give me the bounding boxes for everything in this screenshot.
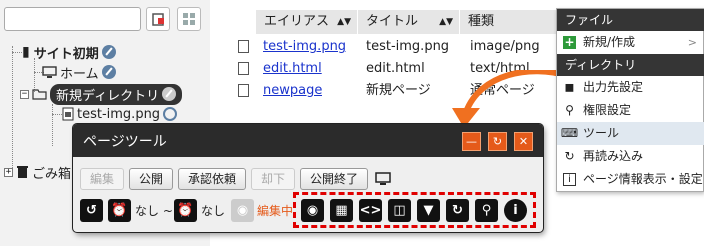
sync-icon[interactable]: ↻ — [446, 199, 469, 222]
tree-label: ホーム — [60, 66, 99, 82]
tree-item-file[interactable]: test-img.png — [62, 104, 178, 124]
menu-label: ページ情報表示・設定 — [583, 172, 703, 186]
page-file-icon — [238, 84, 249, 97]
tree-label: 新規ディレクトリ — [56, 88, 160, 104]
menu-heading-file: ファイル — [557, 9, 704, 31]
publish-button[interactable]: 公開 — [129, 168, 173, 190]
expand-icon[interactable]: + — [4, 167, 13, 177]
monitor-icon[interactable] — [375, 172, 391, 186]
refresh-button[interactable]: ↻ — [488, 132, 507, 151]
folder-icon — [32, 89, 47, 100]
globe-icon[interactable] — [163, 107, 178, 121]
approval-request-button[interactable]: 承認依頼 — [178, 168, 246, 190]
collapse-icon[interactable]: − — [20, 89, 29, 99]
alarm-clock-icon[interactable]: ⏰ — [174, 199, 197, 222]
close-button[interactable]: ✕ — [514, 132, 533, 151]
clipboard-icon — [152, 13, 164, 26]
image-file-icon — [238, 40, 249, 53]
image-file-icon — [62, 107, 74, 121]
tree-item-new-dir[interactable]: − 新規ディレクトリ — [20, 83, 183, 105]
reject-button[interactable]: 却下 — [251, 168, 295, 190]
pencil-icon[interactable] — [101, 65, 116, 79]
table-row[interactable]: test-img.png test-img.png image/png — [228, 36, 568, 58]
info-icon[interactable]: i — [504, 199, 527, 222]
header-label: タイトル — [366, 14, 419, 29]
close-icon: ✕ — [518, 135, 529, 148]
alarm-clock-icon[interactable]: ⏰ — [108, 199, 131, 222]
tree-item-trash[interactable]: + ごみ箱 — [4, 162, 71, 182]
filter-icon[interactable]: ▼ — [417, 199, 440, 222]
preview-eye-icon[interactable]: ◉ — [301, 199, 324, 222]
pencil-icon[interactable] — [101, 45, 116, 59]
column-header-type[interactable]: 種類 — [460, 10, 568, 34]
menu-label: 新規/作成 — [583, 35, 636, 49]
context-menu: ファイル + 新規/作成 > ディレクトリ ◼ 出力先設定 ⚲ 権限設定 ⌨ ツ… — [556, 8, 704, 192]
menu-label: ツール — [583, 126, 620, 140]
menu-item-permissions[interactable]: ⚲ 権限設定 — [557, 99, 704, 122]
info-icon: i — [563, 173, 576, 186]
key-icon[interactable]: ⚲ — [475, 199, 498, 222]
keyboard-icon: ⌨ — [560, 126, 579, 140]
edit-button[interactable]: 編集 — [80, 168, 124, 190]
menu-item-reload[interactable]: ↻ 再読み込み — [557, 145, 704, 168]
page-tool-dialog: ページツール — ↻ ✕ 編集 公開 承認依頼 却下 公開終了 ↺ ⏰ なし ~… — [73, 124, 543, 232]
column-header-title[interactable]: タイトル ▲▼ — [358, 10, 460, 34]
cell-title: edit.html — [366, 61, 425, 76]
cell-type: image/png — [470, 39, 540, 54]
tree-label: ごみ箱 — [32, 166, 72, 182]
tree-label: test-img.png — [77, 106, 161, 122]
menu-item-page-info[interactable]: i ページ情報表示・設定 — [557, 168, 704, 191]
globe-icon[interactable]: ◉ — [231, 199, 254, 222]
responsive-preview-icon[interactable]: ◫ — [388, 199, 411, 222]
cell-title: test-img.png — [366, 39, 450, 54]
output-icon: ◼ — [564, 80, 575, 94]
status-text: 編集中 — [257, 204, 294, 218]
grid-view-button[interactable] — [177, 7, 201, 31]
cell-title: 新規ページ — [366, 83, 431, 98]
menu-label: 権限設定 — [583, 103, 632, 117]
plus-icon: + — [563, 35, 576, 49]
column-header-alias[interactable]: エイリアス ▲▼ — [256, 10, 358, 34]
tree-item-home[interactable]: ホーム — [42, 62, 116, 82]
trash-icon — [17, 166, 28, 178]
menu-heading-directory: ディレクトリ — [557, 54, 704, 76]
minimize-button[interactable]: — — [462, 132, 481, 151]
qr-code-icon[interactable]: ▦ — [330, 199, 353, 222]
publish-end-text: なし — [201, 204, 226, 218]
reload-icon: ↻ — [564, 149, 575, 163]
menu-item-new[interactable]: + 新規/作成 > — [557, 31, 704, 54]
unpublish-button[interactable]: 公開終了 — [300, 168, 368, 190]
menu-label: 出力先設定 — [583, 80, 644, 94]
submenu-arrow-icon: > — [687, 36, 697, 49]
site-icon: ▮ — [22, 44, 30, 60]
menu-label: 再読み込み — [583, 149, 644, 163]
file-link[interactable]: edit.html — [263, 58, 322, 80]
publish-start-text: なし ~ — [135, 204, 173, 218]
selected-tree-label: 新規ディレクトリ — [50, 83, 183, 105]
menu-item-tools[interactable]: ⌨ ツール — [557, 122, 704, 145]
key-icon: ⚲ — [565, 103, 574, 117]
search-input[interactable] — [4, 7, 141, 31]
file-link[interactable]: test-img.png — [263, 36, 346, 58]
minimize-icon: — — [466, 135, 477, 148]
header-label: エイリアス — [264, 14, 330, 29]
pencil-icon[interactable] — [162, 87, 177, 101]
file-link[interactable]: newpage — [263, 80, 322, 102]
menu-item-output[interactable]: ◼ 出力先設定 — [557, 76, 704, 99]
grid-icon — [183, 13, 195, 25]
paste-button[interactable] — [146, 7, 170, 31]
tree-item-site[interactable]: ▮ サイト初期 — [22, 42, 116, 62]
monitor-icon — [42, 65, 57, 78]
refresh-icon: ↻ — [492, 135, 503, 148]
html-file-icon — [238, 62, 249, 75]
tree-label: サイト初期 — [33, 46, 99, 62]
source-code-icon[interactable]: <> — [359, 199, 382, 222]
sort-icon: ▲▼ — [337, 17, 351, 27]
dialog-titlebar[interactable]: ページツール — ↻ ✕ — [73, 124, 543, 157]
dialog-title: ページツール — [83, 134, 167, 150]
sort-icon: ▲▼ — [439, 17, 453, 27]
header-label: 種類 — [468, 14, 495, 29]
history-icon[interactable]: ↺ — [80, 199, 103, 222]
